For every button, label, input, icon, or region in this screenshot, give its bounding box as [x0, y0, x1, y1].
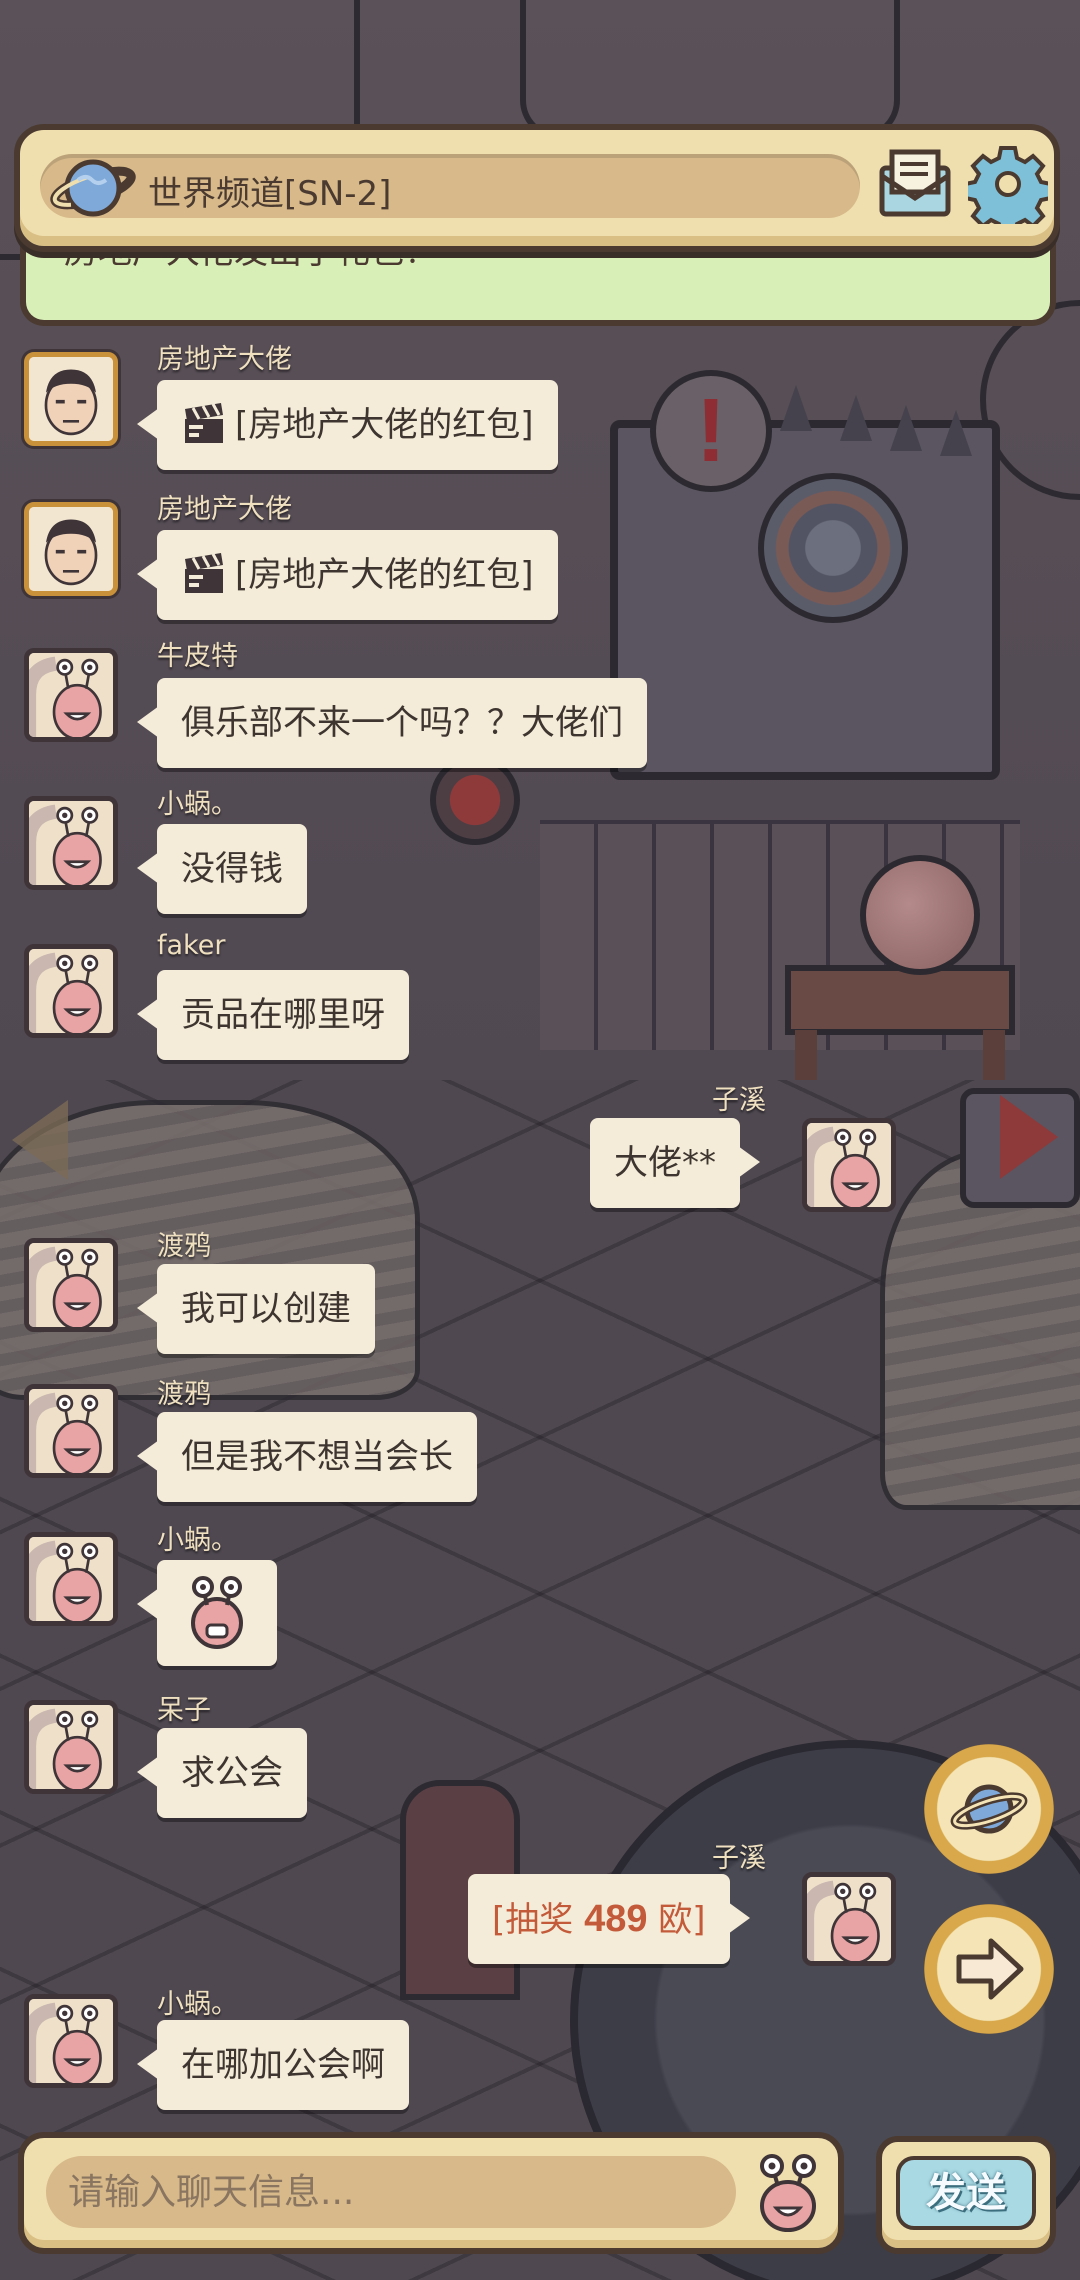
snail-avatar-icon [29, 1537, 113, 1621]
snail-avatar[interactable] [24, 1238, 118, 1332]
background-spike [940, 410, 972, 456]
sender-name: 渡鸦 [157, 1379, 211, 1410]
message-bubble[interactable]: 但是我不想当会长 [137, 1412, 477, 1502]
alert-bubble-icon: ! [650, 370, 772, 492]
snail-avatar[interactable] [24, 1532, 118, 1626]
lottery-amount: 489 [584, 1898, 648, 1940]
snail-avatar-icon [29, 949, 113, 1033]
message-text: 在哪加公会啊 [181, 2045, 385, 2085]
background-dial [758, 473, 908, 623]
clapperboard-icon [185, 552, 223, 593]
background-pipe [520, 0, 900, 140]
channel-title: 世界频道[SN-2] [148, 174, 392, 214]
snail-avatar[interactable] [24, 1384, 118, 1478]
background-red-button [430, 755, 520, 845]
red-packet-bubble[interactable]: [房地产大佬的红包] [137, 380, 558, 470]
planet-icon [50, 159, 136, 217]
background-table [785, 965, 1015, 1035]
scene-right-arrow-icon [1000, 1095, 1058, 1179]
message-text: 贡品在哪里呀 [181, 995, 385, 1035]
sender-name: 牛皮特 [157, 641, 238, 672]
man-portrait-avatar[interactable] [24, 502, 118, 596]
snail-avatar-icon [807, 1877, 891, 1961]
sender-name: faker [157, 930, 226, 961]
background-globe [860, 855, 980, 975]
mail-icon[interactable] [876, 146, 954, 220]
sender-name: 子溪 [712, 1843, 766, 1874]
snail-emoji-icon[interactable] [746, 2148, 830, 2236]
snail-avatar[interactable] [802, 1118, 896, 1212]
man-portrait-avatar[interactable] [24, 352, 118, 446]
snail-avatar[interactable] [24, 944, 118, 1038]
snail-avatar-icon [29, 1999, 113, 2083]
next-button[interactable] [924, 1904, 1054, 2034]
sender-name: 子溪 [712, 1085, 766, 1116]
message-text: 俱乐部不来一个吗？？大佬们 [181, 703, 623, 743]
channel-selector[interactable]: 世界频道[SN-2] [40, 154, 860, 218]
arrow-right-icon [956, 1938, 1024, 2000]
snail-avatar-icon [29, 1705, 113, 1789]
lottery-suffix: 欧] [647, 1900, 706, 1940]
message-text: [房地产大佬的红包] [235, 555, 534, 595]
lottery-prefix: [抽奖 [492, 1900, 585, 1940]
lottery-bubble[interactable]: [抽奖 489 欧] [468, 1874, 750, 1964]
sender-name: 呆子 [157, 1695, 211, 1726]
sender-name: 房地产大佬 [157, 344, 292, 375]
message-text: 但是我不想当会长 [181, 1437, 453, 1477]
world-channel-button[interactable] [924, 1744, 1054, 1874]
man-portrait-icon [29, 507, 113, 591]
message-bubble[interactable]: 我可以创建 [137, 1264, 375, 1354]
sender-name: 房地产大佬 [157, 494, 292, 525]
snail-avatar-icon [29, 1243, 113, 1327]
scene-left-arrow-icon [12, 1100, 68, 1180]
background-spike [890, 405, 922, 451]
sender-name: 小蜗。 [157, 1989, 238, 2020]
snail-avatar[interactable] [24, 796, 118, 890]
send-label: 发送 [896, 2156, 1036, 2230]
message-bubble[interactable]: 大佬** [590, 1118, 760, 1208]
snail-avatar[interactable] [24, 648, 118, 742]
message-bubble[interactable]: 在哪加公会啊 [137, 2020, 409, 2110]
send-button[interactable]: 发送 [876, 2136, 1056, 2254]
gear-icon[interactable] [968, 144, 1048, 224]
message-text: [房地产大佬的红包] [235, 405, 534, 445]
planet-icon [950, 1784, 1028, 1834]
message-text: 求公会 [181, 1753, 283, 1793]
message-bubble[interactable]: 俱乐部不来一个吗？？大佬们 [137, 678, 647, 768]
snail-avatar[interactable] [24, 1994, 118, 2088]
message-text: 我可以创建 [181, 1289, 351, 1329]
snail-avatar-icon [29, 801, 113, 885]
sender-name: 渡鸦 [157, 1231, 211, 1262]
message-bubble[interactable]: 贡品在哪里呀 [137, 970, 409, 1060]
red-packet-bubble[interactable]: [房地产大佬的红包] [137, 530, 558, 620]
sender-name: 小蜗。 [157, 1525, 238, 1556]
message-text: 大佬** [614, 1143, 716, 1183]
snail-avatar-icon [29, 653, 113, 737]
snail-avatar[interactable] [24, 1700, 118, 1794]
sender-name: 小蜗。 [157, 789, 238, 820]
sticker-bubble[interactable] [137, 1560, 277, 1666]
background-spike [840, 395, 872, 441]
message-text: 没得钱 [181, 849, 283, 889]
background-spike [780, 385, 812, 431]
channel-header: 世界频道[SN-2] [14, 124, 1060, 252]
message-bubble[interactable]: 没得钱 [137, 824, 307, 914]
snail-face-sticker-icon [191, 1576, 243, 1649]
man-portrait-icon [29, 357, 113, 441]
message-bubble[interactable]: 求公会 [137, 1728, 307, 1818]
chat-input-panel [18, 2132, 844, 2254]
chat-input[interactable] [46, 2156, 736, 2228]
snail-avatar[interactable] [802, 1872, 896, 1966]
clapperboard-icon [185, 402, 223, 443]
snail-avatar-icon [29, 1389, 113, 1473]
snail-avatar-icon [807, 1123, 891, 1207]
